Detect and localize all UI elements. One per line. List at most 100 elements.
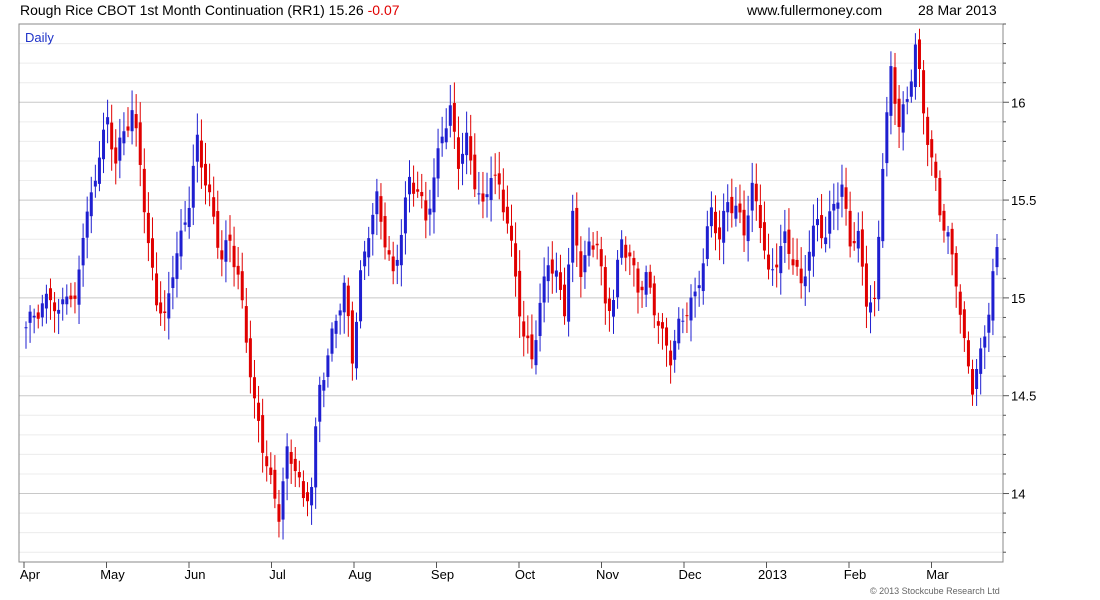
candle-body (869, 302, 873, 313)
candle-body (110, 122, 114, 150)
candle-body (534, 340, 538, 366)
candle-down (738, 184, 742, 224)
website-link[interactable]: www.fullermoney.com (747, 2, 882, 18)
candle-body (563, 284, 567, 317)
candle-up (444, 108, 448, 150)
candle-down (873, 281, 877, 317)
candle-body (416, 189, 420, 192)
x-tick-label: Feb (844, 567, 866, 582)
candle-down (199, 119, 203, 189)
candle-up (359, 260, 363, 329)
candle-body (603, 267, 607, 304)
candle-body (893, 67, 897, 104)
candle-body (40, 303, 44, 318)
candle-up (85, 196, 89, 259)
candle-body (762, 222, 766, 251)
candle-body (163, 311, 167, 314)
candle-down (575, 192, 579, 268)
candle-body (713, 211, 717, 234)
candle-body (244, 306, 248, 343)
x-tick-label: May (100, 567, 125, 582)
candle-body (738, 203, 742, 213)
candle-up (709, 191, 713, 238)
candle-down (754, 163, 758, 221)
candle-up (436, 128, 440, 198)
candle-body (371, 214, 375, 235)
candle-up (885, 96, 889, 177)
candle-body (338, 310, 342, 316)
candle-body (946, 232, 950, 237)
candle-down (265, 440, 269, 482)
candle-down (383, 202, 387, 260)
candle-body (118, 137, 122, 161)
candle-up (322, 372, 326, 408)
candle-up (179, 209, 183, 270)
candle-down (163, 290, 167, 331)
candle-body (575, 207, 579, 246)
candle-down (607, 287, 611, 332)
candle-down (648, 264, 652, 294)
x-tick-label: Aug (348, 567, 371, 582)
candle-down (518, 250, 522, 338)
candle-down (493, 153, 497, 195)
candle-up (697, 270, 701, 307)
candle-body (187, 207, 191, 228)
candle-body (709, 207, 713, 227)
candle-up (771, 248, 775, 286)
period-label: Daily (25, 30, 54, 45)
candle-up (583, 240, 587, 289)
candle-down (146, 192, 150, 262)
candle-body (783, 231, 787, 244)
x-axis: Apr May Jun Jul Aug Sep Oct Nov Dec 2013 Feb Mar (20, 562, 949, 582)
candle-body (644, 272, 648, 295)
candle-down (954, 246, 958, 308)
candle-body (399, 234, 403, 266)
candle-body (901, 104, 905, 133)
candle-down (971, 359, 975, 406)
x-tick-label: Jun (185, 567, 206, 582)
candle-body (889, 66, 893, 116)
candle-body (461, 153, 465, 164)
candle-body (228, 234, 232, 241)
candle-up (175, 231, 179, 298)
candle-body (477, 193, 481, 195)
y-tick-label: 15.5 (1011, 193, 1036, 208)
candle-up (465, 111, 469, 175)
candle-body (579, 251, 583, 277)
candle-body (942, 210, 946, 231)
candle-body (877, 236, 881, 300)
candle-down (942, 203, 946, 243)
candle-up (363, 240, 367, 280)
candle-body (930, 139, 934, 158)
candle-body (412, 182, 416, 194)
candle-down (36, 304, 40, 329)
candle-body (611, 300, 615, 317)
candle-body (208, 184, 212, 193)
candle-body (983, 336, 987, 348)
candle-down (301, 470, 305, 507)
candle-down (220, 230, 224, 277)
candle-down (962, 301, 966, 352)
candle-body (705, 226, 709, 260)
candle-up (677, 307, 681, 350)
candle-body (860, 229, 864, 267)
candle-body (897, 98, 901, 127)
candle-body (518, 270, 522, 317)
candle-up (310, 477, 314, 525)
y-tick-label: 15 (1011, 291, 1025, 306)
candle-up (828, 190, 832, 249)
candle-body (146, 212, 150, 244)
candle-up (183, 200, 187, 232)
candle-body (828, 211, 832, 234)
price-change: -0.07 (367, 2, 400, 18)
candle-up (97, 141, 101, 192)
candle-up (987, 302, 991, 352)
candle-up (403, 181, 407, 255)
candle-up (330, 322, 334, 362)
x-tick-label: Sep (431, 567, 454, 582)
candle-body (693, 291, 697, 297)
candle-down (155, 252, 159, 312)
candle-up (983, 325, 987, 370)
candle-up (705, 210, 709, 267)
candle-body (501, 189, 505, 213)
